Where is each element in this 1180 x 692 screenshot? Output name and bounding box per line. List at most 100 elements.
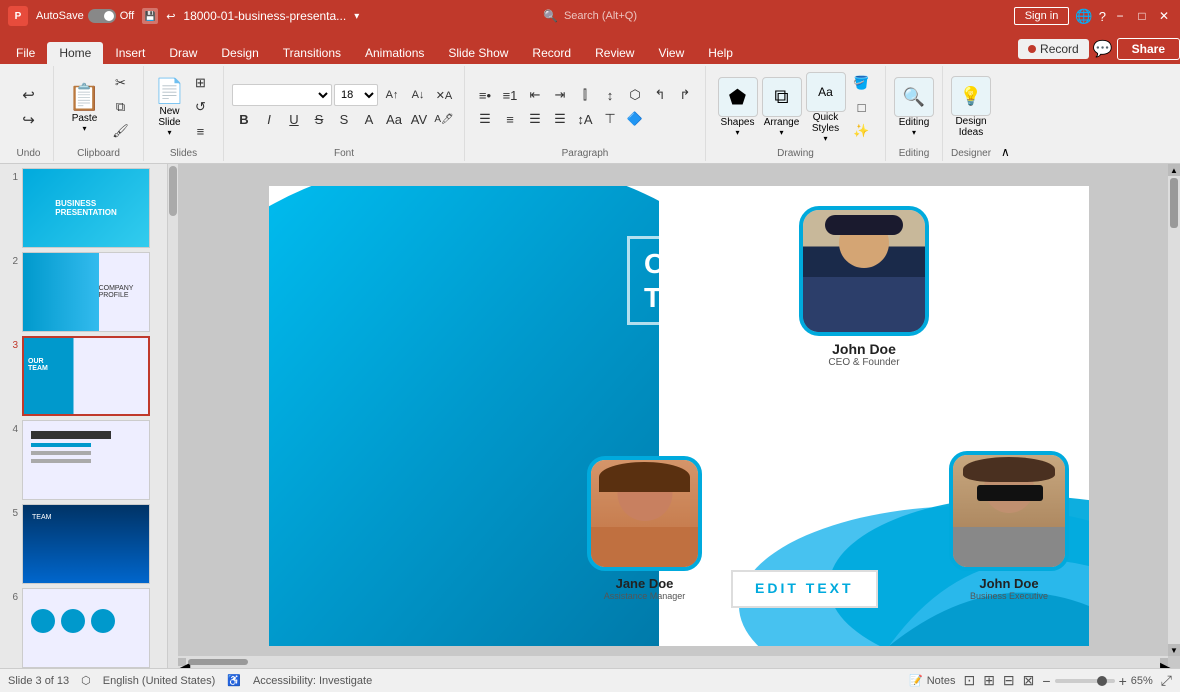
clear-format[interactable]: ✕A (432, 84, 456, 106)
highlight-button[interactable]: A🖊 (432, 108, 456, 130)
scroll-thumb-h[interactable] (188, 659, 248, 665)
tab-slideshow[interactable]: Slide Show (436, 42, 520, 64)
tab-review[interactable]: Review (583, 42, 646, 64)
editing-button[interactable]: 🔍 Editing ▾ (894, 77, 934, 137)
canvas-v-scrollbar[interactable]: ▲ ▼ (1168, 164, 1180, 656)
effects-button[interactable]: ✨ (850, 120, 874, 142)
redo-button[interactable]: ↪ (17, 109, 41, 131)
shapes-button[interactable]: ⬟ Shapes ▾ (718, 77, 758, 137)
slide-sorter-button[interactable]: ⊞ (983, 672, 995, 689)
tab-transitions[interactable]: Transitions (271, 42, 353, 64)
fit-slide-button[interactable]: ⤢ (1161, 672, 1172, 689)
paste-button[interactable]: 📋 Paste ▾ (65, 82, 105, 133)
editing-arrow[interactable]: ▾ (912, 128, 916, 137)
scroll-thumb-v[interactable] (1170, 178, 1178, 228)
font-size-select[interactable]: 18 (334, 84, 378, 106)
case-button[interactable]: Aa (382, 108, 406, 130)
align-right[interactable]: ☰ (523, 108, 547, 130)
char-spacing[interactable]: AV (407, 108, 431, 130)
zoom-slider[interactable] (1055, 679, 1115, 683)
layout-button[interactable]: ⊞ (188, 72, 212, 94)
slide-thumb-1[interactable]: 1 BUSINESSPRESENTATION (4, 168, 163, 248)
help-icon[interactable]: ? (1099, 9, 1106, 24)
tab-insert[interactable]: Insert (103, 42, 157, 64)
arrange-arrow[interactable]: ▾ (779, 128, 783, 137)
rtl-button[interactable]: ↰ (648, 84, 672, 106)
paste-arrow[interactable]: ▾ (82, 124, 86, 133)
zoom-out-icon[interactable]: − (1042, 673, 1050, 689)
slide-img-2[interactable]: COMPANYPROFILE (22, 252, 150, 332)
slide-thumb-6[interactable]: 6 (4, 588, 163, 668)
dropdown-arrow[interactable]: ▾ (354, 11, 359, 22)
tab-draw[interactable]: Draw (157, 42, 209, 64)
design-ideas-button[interactable]: 💡 Design Ideas (951, 76, 991, 138)
numbering-button[interactable]: ≡1 (498, 84, 522, 106)
edit-text-button[interactable]: EDIT TEXT (731, 570, 878, 608)
decrease-indent[interactable]: ⇤ (523, 84, 547, 106)
cut-button[interactable]: ✂ (109, 72, 133, 94)
presenter-view-button[interactable]: ⊠ (1023, 672, 1035, 689)
tab-design[interactable]: Design (209, 42, 270, 64)
copy-button[interactable]: ⧉ (109, 96, 133, 118)
arrange-button[interactable]: ⧉ Arrange ▾ (762, 77, 802, 137)
tab-view[interactable]: View (646, 42, 696, 64)
scroll-left-button[interactable]: ◀ (178, 658, 186, 666)
scroll-up-button[interactable]: ▲ (1168, 164, 1180, 176)
tab-file[interactable]: File (4, 42, 47, 64)
undo-button[interactable]: ↩ (17, 84, 41, 106)
decrease-font-size[interactable]: A↓ (406, 84, 430, 106)
increase-font-size[interactable]: A↑ (380, 84, 404, 106)
chevron-down-icon[interactable]: ∧ (1001, 145, 1010, 159)
bold-button[interactable]: B (232, 108, 256, 130)
tab-home[interactable]: Home (47, 42, 103, 64)
text-direction[interactable]: ↕A (573, 108, 597, 130)
underline-button[interactable]: U (282, 108, 306, 130)
quick-styles-arrow[interactable]: ▾ (823, 134, 827, 143)
align-text[interactable]: ⊤ (598, 108, 622, 130)
share-button[interactable]: Share (1117, 38, 1180, 60)
signin-button[interactable]: Sign in (1014, 7, 1070, 25)
font-name-select[interactable] (232, 84, 332, 106)
format-painter-button[interactable]: 🖌 (109, 120, 133, 142)
tab-animations[interactable]: Animations (353, 42, 436, 64)
normal-view-button[interactable]: ⊡ (963, 672, 975, 689)
slide-img-1[interactable]: BUSINESSPRESENTATION (22, 168, 150, 248)
restore-button[interactable]: □ (1134, 9, 1150, 23)
comment-icon[interactable]: 💬 (1093, 39, 1113, 59)
slide-img-4[interactable] (22, 420, 150, 500)
smartart-button[interactable]: 🔷 (623, 108, 647, 130)
tab-help[interactable]: Help (696, 42, 745, 64)
save-icon[interactable]: 💾 (142, 8, 158, 24)
reading-view-button[interactable]: ⊟ (1003, 672, 1015, 689)
ribbon-expand-button[interactable]: ∧ (999, 66, 1012, 161)
close-button[interactable]: ✕ (1156, 9, 1172, 23)
slide-thumb-5[interactable]: 5 TEAM (4, 504, 163, 584)
autosave-toggle[interactable] (88, 9, 116, 23)
zoom-in-icon[interactable]: + (1119, 673, 1127, 689)
shapes-arrow[interactable]: ▾ (735, 128, 739, 137)
new-slide-arrow[interactable]: ▾ (167, 128, 171, 137)
outline-button[interactable]: □ (850, 96, 874, 118)
record-button[interactable]: Record (1018, 39, 1089, 59)
columns-button[interactable]: ⫿ (573, 84, 597, 106)
canvas-h-scrollbar[interactable]: ◀ ▶ (178, 656, 1168, 668)
font-color-button[interactable]: A (357, 108, 381, 130)
convert-smartart[interactable]: ⬡ (623, 84, 647, 106)
reset-button[interactable]: ↺ (188, 96, 212, 118)
quick-styles-button[interactable]: Aa Quick Styles ▾ (806, 72, 846, 143)
slide-thumb-3[interactable]: 3 OURTEAM (4, 336, 163, 416)
scroll-down-button[interactable]: ▼ (1168, 644, 1180, 656)
strikethrough-button[interactable]: S (307, 108, 331, 130)
slide-img-6[interactable] (22, 588, 150, 668)
undo-icon[interactable]: ↩ (166, 10, 175, 23)
tab-record[interactable]: Record (520, 42, 583, 64)
notes-button[interactable]: 📝 Notes (909, 674, 955, 687)
align-center[interactable]: ≡ (498, 108, 522, 130)
globe-icon[interactable]: 🌐 (1075, 8, 1092, 25)
fill-button[interactable]: 🪣 (850, 72, 874, 94)
ltr-button[interactable]: ↱ (673, 84, 697, 106)
line-spacing[interactable]: ↕ (598, 84, 622, 106)
scroll-right-button[interactable]: ▶ (1160, 658, 1168, 666)
section-button[interactable]: ≡ (188, 120, 212, 142)
new-slide-button[interactable]: 📄 NewSlide ▾ (155, 77, 185, 137)
